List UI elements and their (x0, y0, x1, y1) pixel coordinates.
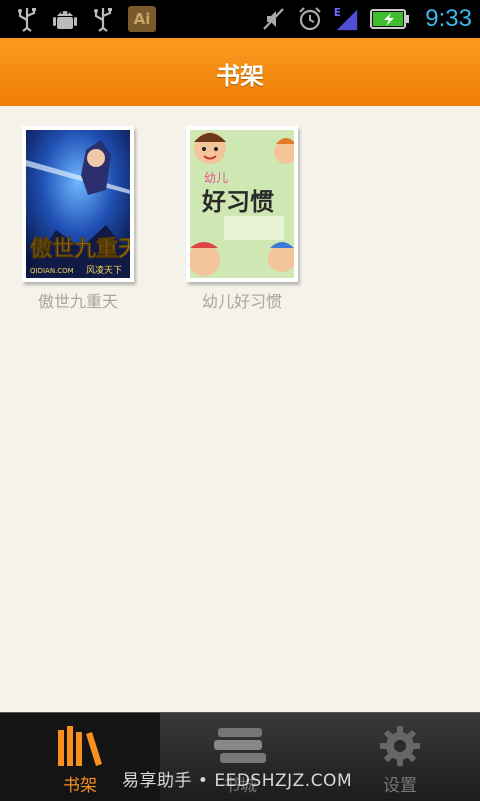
bookshelf: 傲世九重天 QIDIAN.COM 风凌天下 傲世九重天 幼儿 好习惯 幼儿好习惯 (0, 106, 480, 712)
android-debug-icon (52, 5, 78, 33)
book-item[interactable]: 傲世九重天 QIDIAN.COM 风凌天下 傲世九重天 (22, 126, 134, 312)
status-time: 9:33 (425, 5, 472, 32)
cover-small: 幼儿 (204, 171, 228, 185)
cover-author: 风凌天下 (86, 264, 122, 276)
book-item[interactable]: 幼儿 好习惯 幼儿好习惯 (186, 126, 298, 312)
cover-site: QIDIAN.COM (30, 267, 74, 275)
usb-icon (90, 5, 116, 33)
book-cover-image: 幼儿 好习惯 (190, 130, 294, 278)
bookshelf-icon (50, 721, 110, 771)
book-cover[interactable]: 傲世九重天 QIDIAN.COM 风凌天下 (22, 126, 134, 282)
signal-e-icon: E (333, 5, 359, 33)
book-cover[interactable]: 幼儿 好习惯 (186, 126, 298, 282)
usb-icon (14, 5, 40, 33)
page-title: 书架 (216, 62, 264, 90)
book-cover-image: 傲世九重天 QIDIAN.COM 风凌天下 (26, 130, 130, 278)
mute-icon (261, 5, 287, 33)
cover-title: 傲世九重天 (30, 236, 130, 262)
book-title: 幼儿好习惯 (201, 292, 282, 311)
gear-icon (370, 721, 430, 771)
cover-title: 好习惯 (201, 188, 274, 216)
network-type-label: E (334, 8, 341, 19)
alarm-icon (297, 5, 323, 33)
title-bar: 书架 (0, 38, 480, 106)
book-stack-icon (210, 721, 270, 771)
watermark: 易享助手 • EEDSHZJZ.COM (122, 771, 353, 791)
ai-app-icon: Ai (128, 6, 156, 32)
book-title: 傲世九重天 (37, 292, 118, 311)
status-bar: Ai E 9:33 (0, 0, 480, 38)
battery-charging-icon (369, 5, 411, 33)
